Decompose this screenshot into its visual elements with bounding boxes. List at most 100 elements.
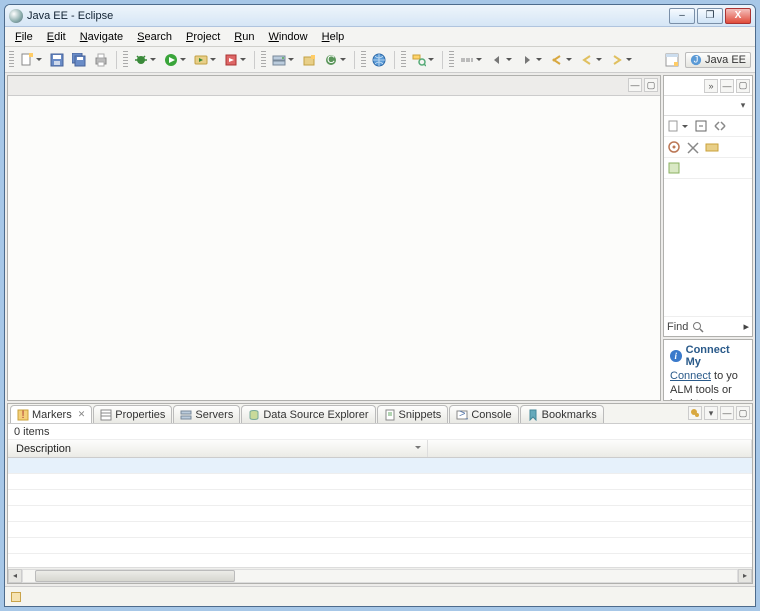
tab-label: Properties — [115, 409, 165, 421]
outline-toolbar-3 — [664, 158, 752, 179]
focus-task-icon[interactable] — [666, 139, 682, 155]
outline-toolbar — [664, 116, 752, 137]
connect-link[interactable]: Connect — [670, 370, 711, 382]
working-set-icon[interactable] — [704, 139, 720, 155]
workarea: — ▢ » — ▢ ▾ — [5, 73, 755, 586]
outline-view: » — ▢ ▾ — [663, 75, 753, 337]
tab-snippets[interactable]: Snippets — [377, 405, 449, 423]
customize-view-icon[interactable] — [666, 160, 682, 176]
annotation-next-button[interactable] — [518, 51, 536, 69]
collapse-all-icon[interactable] — [693, 118, 709, 134]
close-button[interactable]: X — [725, 8, 751, 24]
tasks-text-2: ALM tools or — [670, 384, 732, 396]
print-button[interactable] — [92, 51, 110, 69]
horizontal-scrollbar[interactable]: ◂ ▸ — [8, 567, 752, 583]
status-icon[interactable] — [11, 592, 21, 602]
maximize-button[interactable]: ❐ — [697, 8, 723, 24]
search-button[interactable] — [410, 51, 428, 69]
new-package-button[interactable] — [300, 51, 318, 69]
right-column: » — ▢ ▾ — [663, 75, 753, 401]
console-icon: >_ — [456, 409, 468, 421]
outline-minimize-icon[interactable]: — — [720, 79, 734, 93]
menu-navigate[interactable]: Navigate — [74, 29, 129, 45]
back-button[interactable] — [578, 51, 596, 69]
menu-search[interactable]: Search — [131, 29, 178, 45]
toolbar-grip[interactable] — [261, 51, 266, 69]
toolbar-grip[interactable] — [123, 51, 128, 69]
menu-help[interactable]: Help — [316, 29, 351, 45]
menu-run[interactable]: Run — [228, 29, 260, 45]
toolbar-grip[interactable] — [401, 51, 406, 69]
tab-label: Servers — [195, 409, 233, 421]
markers-grid[interactable] — [8, 458, 752, 567]
external-tools-button[interactable] — [222, 51, 240, 69]
outline-maximize-icon[interactable]: ▢ — [736, 79, 750, 93]
last-edit-button[interactable] — [548, 51, 566, 69]
markers-column-header: Description — [8, 440, 752, 458]
save-all-button[interactable] — [70, 51, 88, 69]
new-server-button[interactable] — [270, 51, 288, 69]
bottom-view-stack: ! Markers ✕ Properties Servers Data Sour… — [7, 403, 753, 584]
editor-maximize-icon[interactable]: ▢ — [644, 78, 658, 92]
tab-properties[interactable]: Properties — [93, 405, 172, 423]
outline-menu-row: ▾ — [664, 96, 752, 116]
bookmarks-icon — [527, 409, 539, 421]
open-perspective-button[interactable] — [663, 51, 681, 69]
menu-edit[interactable]: Edit — [41, 29, 72, 45]
markers-count: 0 items — [8, 424, 752, 440]
outline-view-menu-icon[interactable]: ▾ — [736, 99, 750, 113]
tab-servers[interactable]: Servers — [173, 405, 240, 423]
scroll-thumb[interactable] — [35, 570, 235, 582]
search-icon[interactable] — [692, 321, 704, 333]
outline-toolbar-2 — [664, 137, 752, 158]
minimize-button[interactable]: – — [669, 8, 695, 24]
main-toolbar: C J Java EE — [5, 47, 755, 73]
editor-area: — ▢ — [7, 75, 661, 401]
close-icon[interactable]: ✕ — [78, 409, 86, 420]
tab-label: Markers — [32, 409, 72, 421]
new-button[interactable] — [18, 51, 36, 69]
outline-chevron-icon[interactable]: » — [704, 79, 718, 93]
annotation-prev-button[interactable] — [488, 51, 506, 69]
tasks-heading: Connect My — [686, 344, 746, 368]
tab-bookmarks[interactable]: Bookmarks — [520, 405, 604, 423]
find-label: Find — [667, 321, 688, 333]
database-icon — [248, 409, 260, 421]
toolbar-grip[interactable] — [9, 51, 14, 69]
forward-button[interactable] — [608, 51, 626, 69]
view-menu-icon[interactable]: ▾ — [704, 406, 718, 420]
view-filter-icon[interactable] — [688, 406, 702, 420]
snippets-icon — [384, 409, 396, 421]
toolbar-grip[interactable] — [361, 51, 366, 69]
run-last-button[interactable] — [192, 51, 210, 69]
toggle-breadcrumb-button[interactable] — [458, 51, 476, 69]
new-dropdown-button[interactable] — [666, 118, 682, 134]
link-editor-icon[interactable] — [712, 118, 728, 134]
scroll-left-icon[interactable]: ◂ — [8, 569, 22, 583]
menu-project[interactable]: Project — [180, 29, 226, 45]
statusbar — [5, 586, 755, 606]
perspective-javaee[interactable]: J Java EE — [685, 52, 751, 68]
column-description[interactable]: Description — [8, 440, 428, 457]
debug-button[interactable] — [132, 51, 150, 69]
arrow-right-icon[interactable]: ▸ — [743, 320, 749, 333]
menu-file[interactable]: File — [9, 29, 39, 45]
open-web-browser-button[interactable] — [370, 51, 388, 69]
save-button[interactable] — [48, 51, 66, 69]
titlebar[interactable]: Java EE - Eclipse – ❐ X — [5, 5, 755, 27]
scroll-track[interactable] — [22, 569, 738, 583]
scroll-right-icon[interactable]: ▸ — [738, 569, 752, 583]
tab-data-source-explorer[interactable]: Data Source Explorer — [241, 405, 375, 423]
toolbar-grip[interactable] — [449, 51, 454, 69]
tab-markers[interactable]: ! Markers ✕ — [10, 405, 92, 423]
filter-icon[interactable] — [685, 139, 701, 155]
tasks-body: Connect to yo ALM tools or local task. — [670, 370, 746, 401]
view-minimize-icon[interactable]: — — [720, 406, 734, 420]
run-button[interactable] — [162, 51, 180, 69]
new-type-button[interactable]: C — [322, 51, 340, 69]
upper-area: — ▢ » — ▢ ▾ — [5, 73, 755, 403]
editor-minimize-icon[interactable]: — — [628, 78, 642, 92]
view-maximize-icon[interactable]: ▢ — [736, 406, 750, 420]
tab-console[interactable]: >_ Console — [449, 405, 518, 423]
menu-window[interactable]: Window — [262, 29, 313, 45]
